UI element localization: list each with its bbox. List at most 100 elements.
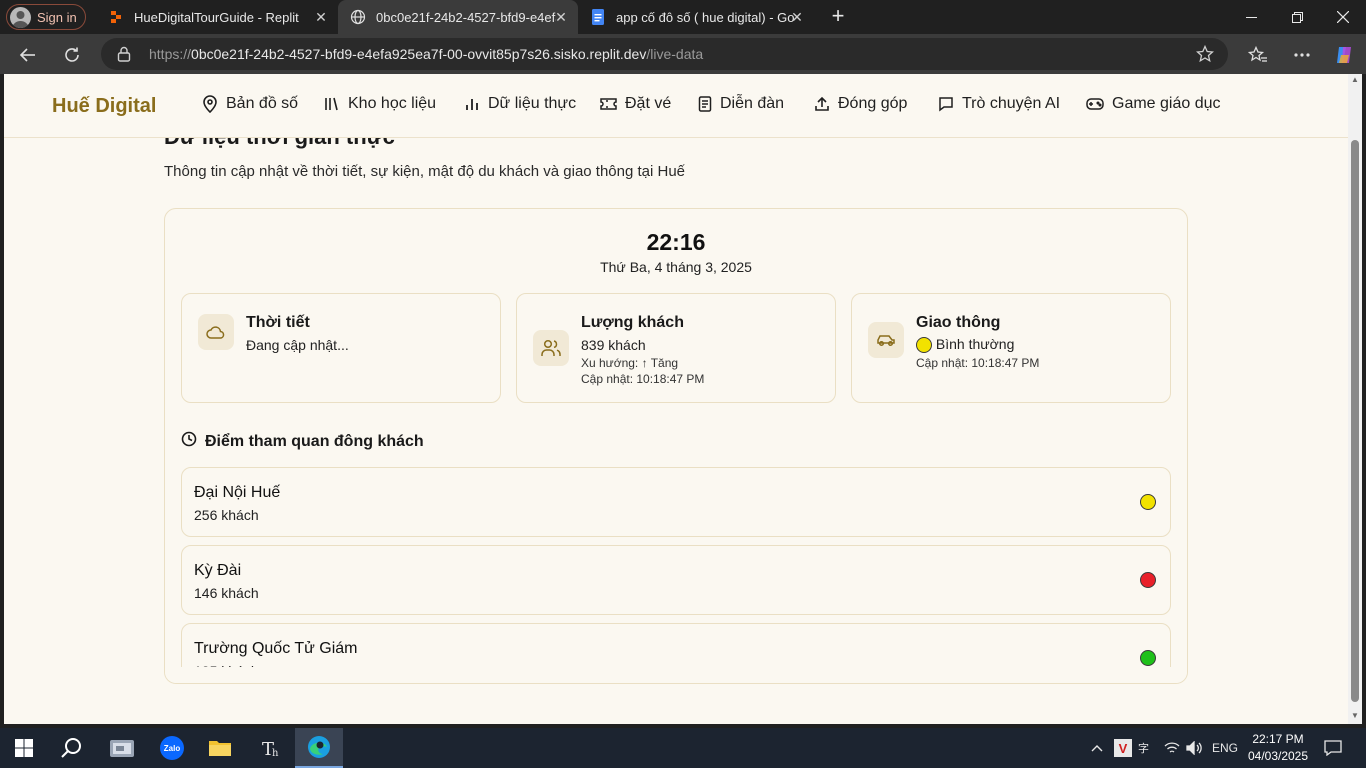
library-icon: [324, 96, 340, 112]
search-icon[interactable]: [48, 728, 96, 768]
upload-icon: [814, 96, 830, 112]
cloud-icon: [198, 314, 234, 350]
show-hidden-icons[interactable]: [1090, 728, 1104, 768]
close-window-button[interactable]: [1320, 0, 1366, 34]
favorite-star-icon[interactable]: [1195, 44, 1215, 68]
replit-icon: [108, 9, 124, 25]
weather-title: Thời tiết: [246, 314, 310, 331]
folder-icon[interactable]: [196, 728, 244, 768]
close-tab-icon[interactable]: ✕: [314, 10, 328, 24]
scroll-clip: [165, 667, 1187, 683]
tab-title: 0bc0e21f-24b2-4527-bfd9-e4efa9: [376, 9, 556, 25]
page-scrollbar[interactable]: ▲ ▼: [1348, 74, 1362, 724]
scrollbar-thumb[interactable]: [1351, 140, 1359, 702]
nav-item-ai-chat[interactable]: Trò chuyện AI: [938, 95, 1060, 113]
tab-title: HueDigitalTourGuide - Replit: [134, 9, 299, 25]
nav-item-tickets[interactable]: Đặt vé: [600, 95, 671, 113]
nav-item-live-data[interactable]: Dữ liệu thực: [464, 95, 576, 113]
brand-logo[interactable]: Huế Digital: [52, 95, 156, 118]
input-language[interactable]: ENG: [1212, 728, 1238, 768]
popular-places-heading: Điểm tham quan đông khách: [181, 431, 424, 452]
place-visitor-count: 256 khách: [194, 507, 259, 523]
tab-title: app cố đô số ( hue digital) - Goog: [616, 9, 794, 25]
svg-text:字: 字: [1138, 741, 1149, 755]
chat-icon: [938, 96, 954, 112]
refresh-button[interactable]: [58, 41, 86, 69]
list-item[interactable]: Kỳ Đài 146 khách: [181, 545, 1171, 615]
svg-text:V: V: [1119, 741, 1128, 756]
address-bar[interactable]: https://0bc0e21f-24b2-4527-bfd9-e4efa925…: [101, 38, 1228, 70]
page-subtitle: Thông tin cập nhật về thời tiết, sự kiện…: [164, 163, 686, 180]
minimize-button[interactable]: [1228, 0, 1274, 34]
close-tab-icon[interactable]: ✕: [554, 10, 568, 24]
visitors-updated: Cập nhật: 10:18:47 PM: [581, 372, 705, 386]
nav-item-library[interactable]: Kho học liệu: [324, 95, 436, 113]
nav-item-map[interactable]: Bản đồ số: [202, 95, 298, 113]
place-visitor-count: 146 khách: [194, 585, 259, 601]
windows-start-icon[interactable]: [0, 728, 48, 768]
ticket-icon: [600, 97, 617, 111]
tab-replit[interactable]: HueDigitalTourGuide - Replit ✕: [96, 0, 338, 34]
volume-icon[interactable]: [1186, 728, 1202, 768]
bar-chart-icon: [464, 96, 480, 112]
wifi-icon[interactable]: [1164, 728, 1180, 768]
system-clock[interactable]: 22:17 PM 04/03/2025: [1238, 731, 1318, 765]
scroll-up-arrow-icon[interactable]: ▲: [1351, 76, 1359, 84]
visitors-trend: Xu hướng: ↑ Tăng: [581, 356, 679, 370]
page-viewport: Dữ liệu thời gian thực Thông tin cập nhậ…: [4, 74, 1348, 724]
place-name: Kỳ Đài: [194, 562, 242, 579]
document-icon: [698, 96, 712, 112]
edge-icon[interactable]: [295, 728, 343, 768]
weather-card: Thời tiết Đang cập nhật...: [181, 293, 501, 403]
google-docs-icon: [590, 9, 606, 25]
nav-item-edu-game[interactable]: Game giáo dục: [1086, 95, 1221, 113]
copilot-icon[interactable]: [1330, 41, 1358, 69]
svg-text:Zalo: Zalo: [164, 744, 181, 753]
map-pin-icon: [202, 95, 218, 113]
ime-mode-icon[interactable]: 字: [1138, 728, 1156, 768]
nav-item-forum[interactable]: Diễn đàn: [698, 95, 784, 113]
visitors-count: 839 khách: [581, 337, 646, 353]
clock-icon: [181, 431, 197, 452]
crowd-level-indicator: [1140, 572, 1156, 588]
weather-status: Đang cập nhật...: [246, 337, 349, 353]
svg-text:h: h: [272, 748, 279, 759]
traffic-title: Giao thông: [916, 314, 1001, 331]
window-frame-right: [1362, 74, 1366, 724]
notifications-icon[interactable]: [1324, 728, 1342, 768]
traffic-status: Bình thường: [916, 336, 1014, 354]
file-explorer-icon[interactable]: [98, 728, 146, 768]
back-button[interactable]: [14, 41, 42, 69]
users-icon: [533, 330, 569, 366]
sign-in-label: Sign in: [37, 9, 77, 25]
list-item[interactable]: Đại Nội Huế 256 khách: [181, 467, 1171, 537]
zalo-icon[interactable]: Zalo: [148, 728, 196, 768]
more-options-icon[interactable]: [1288, 41, 1316, 69]
site-info-icon[interactable]: [117, 46, 133, 62]
url-text: https://0bc0e21f-24b2-4527-bfd9-e4efa925…: [149, 46, 704, 62]
crowd-level-indicator: [1140, 650, 1156, 666]
nav-item-contribute[interactable]: Đóng góp: [814, 95, 907, 113]
tab-google-docs[interactable]: app cố đô số ( hue digital) - Goog ✕: [578, 0, 814, 34]
live-data-card: 22:16 Thứ Ba, 4 tháng 3, 2025 Thời tiết …: [164, 208, 1188, 684]
crowd-level-indicator: [1140, 494, 1156, 510]
typora-icon[interactable]: Th: [246, 728, 294, 768]
sign-in-button[interactable]: Sign in: [6, 4, 86, 30]
globe-icon: [350, 9, 366, 25]
vietkey-icon[interactable]: V: [1114, 728, 1132, 768]
restore-button[interactable]: [1274, 0, 1320, 34]
avatar-icon: [10, 6, 31, 28]
system-time: 22:17 PM: [1252, 732, 1304, 746]
live-clock: 22:16: [646, 229, 706, 255]
site-navbar: Huế Digital Bản đồ số Kho học liệu Dữ li…: [4, 74, 1348, 138]
car-icon: [868, 322, 904, 358]
scroll-down-arrow-icon[interactable]: ▼: [1351, 712, 1359, 720]
visitors-title: Lượng khách: [581, 314, 684, 331]
tab-live-data[interactable]: 0bc0e21f-24b2-4527-bfd9-e4efa9 ✕: [338, 0, 578, 34]
close-tab-icon[interactable]: ✕: [790, 10, 804, 24]
gamepad-icon: [1086, 97, 1104, 111]
favorites-icon[interactable]: [1244, 41, 1272, 69]
new-tab-button[interactable]: +: [826, 5, 850, 28]
browser-toolbar: https://0bc0e21f-24b2-4527-bfd9-e4efa925…: [0, 34, 1366, 74]
system-date: 04/03/2025: [1247, 749, 1309, 763]
